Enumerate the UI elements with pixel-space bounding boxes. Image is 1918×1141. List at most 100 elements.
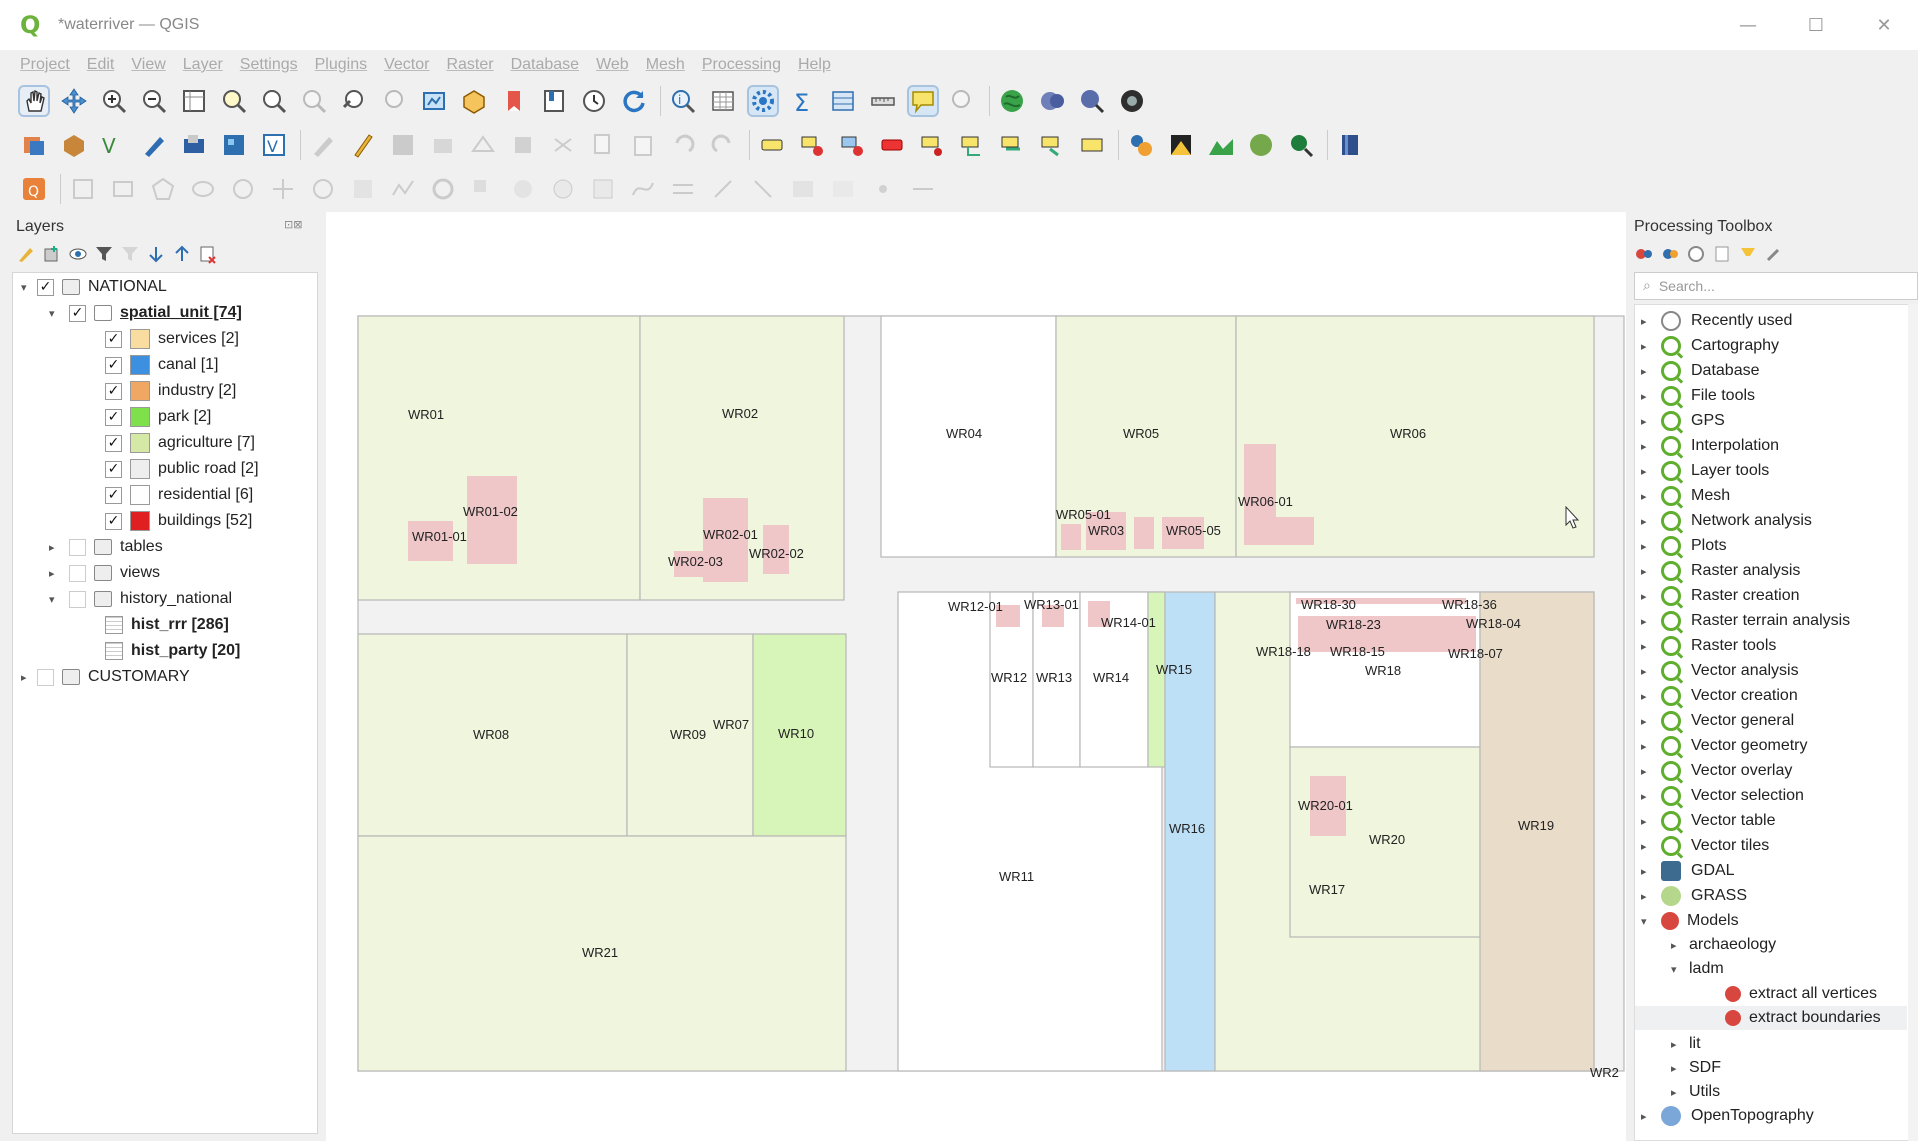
refresh-icon[interactable] xyxy=(620,87,648,115)
menu-processing[interactable]: Processing xyxy=(702,56,781,74)
pt-item-vector-geometry[interactable]: ▸ Vector geometry xyxy=(1641,734,1808,758)
identify-features-icon[interactable]: i xyxy=(669,87,697,115)
expand-arrow-icon[interactable]: ▸ xyxy=(1641,365,1653,378)
layer-buildings[interactable]: ✓ buildings [52] xyxy=(105,509,252,533)
scale-feature-icon[interactable] xyxy=(349,175,377,203)
pt-item-layer-tools[interactable]: ▸ Layer tools xyxy=(1641,459,1769,483)
layer-canal[interactable]: ✓ canal [1] xyxy=(105,353,218,377)
plugin-raster-icon[interactable] xyxy=(1167,131,1195,159)
layer-styling-icon[interactable] xyxy=(16,244,36,264)
track-icon[interactable] xyxy=(909,175,937,203)
pin-labels-icon[interactable] xyxy=(798,131,826,159)
expand-arrow-icon[interactable]: ▸ xyxy=(1641,840,1653,853)
pt-item-plots[interactable]: ▸ Plots xyxy=(1641,534,1727,558)
expand-arrow-icon[interactable]: ▸ xyxy=(21,671,33,684)
expand-arrow-icon[interactable]: ▸ xyxy=(1641,565,1653,578)
pt-item-ladm[interactable]: ▾ ladm xyxy=(1671,957,1724,981)
pt-item-gdal[interactable]: ▸ GDAL xyxy=(1641,859,1735,883)
pan-to-selection-icon[interactable] xyxy=(60,87,88,115)
add-ring-icon[interactable] xyxy=(429,175,457,203)
zoom-in-icon[interactable] xyxy=(100,87,128,115)
remove-layer-icon[interactable] xyxy=(198,244,218,264)
show-bookmarks-icon[interactable] xyxy=(540,87,568,115)
rectangle-icon[interactable] xyxy=(109,175,137,203)
layer-residential[interactable]: ✓ residential [6] xyxy=(105,483,253,507)
pt-item-sdf[interactable]: ▸ SDF xyxy=(1671,1056,1721,1080)
expand-arrow-icon[interactable]: ▸ xyxy=(1641,490,1653,503)
pt-item-vector-general[interactable]: ▸ Vector general xyxy=(1641,709,1794,733)
options-icon[interactable] xyxy=(1764,244,1784,264)
menu-view[interactable]: View xyxy=(131,56,165,74)
pt-item-raster-creation[interactable]: ▸ Raster creation xyxy=(1641,584,1800,608)
pan-map-tool-icon[interactable] xyxy=(18,85,50,117)
expand-arrow-icon[interactable]: ▸ xyxy=(1641,865,1653,878)
zoom-next-icon[interactable] xyxy=(380,87,408,115)
expand-arrow-icon[interactable]: ▸ xyxy=(49,567,61,580)
expand-arrow-icon[interactable]: ▸ xyxy=(1641,715,1653,728)
layer-group-customary[interactable]: ▸ CUSTOMARY xyxy=(21,665,190,689)
collapse-arrow-icon[interactable]: ▾ xyxy=(21,281,33,294)
show-hide-labels-icon[interactable] xyxy=(878,131,906,159)
expand-arrow-icon[interactable]: ▸ xyxy=(1671,1086,1683,1099)
manage-themes-icon[interactable] xyxy=(68,244,88,264)
map-tips-icon[interactable] xyxy=(907,85,939,117)
change-label-icon[interactable] xyxy=(998,131,1026,159)
expand-all-icon[interactable] xyxy=(146,244,166,264)
history-icon[interactable] xyxy=(1686,244,1706,264)
pt-item-interpolation[interactable]: ▸ Interpolation xyxy=(1641,434,1779,458)
building-wr01-02[interactable] xyxy=(467,476,517,564)
zoom-last-icon[interactable] xyxy=(340,87,368,115)
label-tool-icon[interactable] xyxy=(758,131,786,159)
plugin-book-icon[interactable] xyxy=(1336,131,1364,159)
new-3d-view-icon[interactable] xyxy=(460,87,488,115)
zoom-out-icon[interactable] xyxy=(140,87,168,115)
pt-item-raster-tools[interactable]: ▸ Raster tools xyxy=(1641,634,1776,658)
pt-item-gps[interactable]: ▸ GPS xyxy=(1641,409,1725,433)
pt-item-opentopography[interactable]: ▸ OpenTopography xyxy=(1641,1104,1814,1128)
split-features-icon[interactable] xyxy=(709,175,737,203)
plugin-search-icon[interactable] xyxy=(1287,131,1315,159)
menu-web[interactable]: Web xyxy=(596,56,629,74)
pt-item-cartography[interactable]: ▸ Cartography xyxy=(1641,334,1779,358)
pt-item-extract-boundaries[interactable]: extract boundaries xyxy=(1635,1006,1907,1030)
pt-item-file-tools[interactable]: ▸ File tools xyxy=(1641,384,1755,408)
new-map-view-icon[interactable] xyxy=(420,87,448,115)
table-hist-rrr[interactable]: hist_rrr [286] xyxy=(105,613,229,637)
pt-item-vector-creation[interactable]: ▸ Vector creation xyxy=(1641,684,1798,708)
visibility-checkbox[interactable] xyxy=(69,590,86,608)
pt-item-utils[interactable]: ▸ Utils xyxy=(1671,1080,1720,1104)
expand-arrow-icon[interactable]: ▸ xyxy=(1641,615,1653,628)
visibility-checkbox[interactable] xyxy=(37,668,54,686)
visibility-checkbox[interactable]: ✓ xyxy=(105,356,122,374)
visibility-checkbox[interactable]: ✓ xyxy=(37,278,54,296)
collapse-arrow-icon[interactable]: ▾ xyxy=(49,593,61,606)
pt-item-mesh[interactable]: ▸ Mesh xyxy=(1641,484,1730,508)
delete-part-icon[interactable] xyxy=(589,175,617,203)
results-viewer-icon[interactable] xyxy=(1712,244,1732,264)
merge-features-icon[interactable] xyxy=(789,175,817,203)
add-part-icon[interactable] xyxy=(469,175,497,203)
ellipse-icon[interactable] xyxy=(189,175,217,203)
pt-item-vector-overlay[interactable]: ▸ Vector overlay xyxy=(1641,759,1792,783)
expand-arrow-icon[interactable]: ▸ xyxy=(1641,440,1653,453)
building-wr06-01b[interactable] xyxy=(1244,517,1314,545)
menu-database[interactable]: Database xyxy=(511,56,580,74)
minimize-button[interactable]: — xyxy=(1714,0,1782,50)
layer-group-history-national[interactable]: ▾ history_national xyxy=(49,587,232,611)
menu-help[interactable]: Help xyxy=(798,56,831,74)
layer-agriculture[interactable]: ✓ agriculture [7] xyxy=(105,431,255,455)
highlight-pinned-icon[interactable] xyxy=(838,131,866,159)
copy-features-icon[interactable] xyxy=(589,131,617,159)
open-attribute-table-icon[interactable] xyxy=(709,87,737,115)
regular-polygon-icon[interactable] xyxy=(149,175,177,203)
plugin-globe-icon[interactable] xyxy=(1247,131,1275,159)
visibility-checkbox[interactable]: ✓ xyxy=(105,434,122,452)
layer-group-views[interactable]: ▸ views xyxy=(49,561,160,585)
visibility-checkbox[interactable]: ✓ xyxy=(105,408,122,426)
delete-selected-icon[interactable] xyxy=(509,131,537,159)
expand-arrow-icon[interactable]: ▸ xyxy=(1641,740,1653,753)
menu-layer[interactable]: Layer xyxy=(183,56,223,74)
pt-item-archaeology[interactable]: ▸ archaeology xyxy=(1671,933,1776,957)
merge-attributes-icon[interactable] xyxy=(829,175,857,203)
menu-raster[interactable]: Raster xyxy=(446,56,493,74)
